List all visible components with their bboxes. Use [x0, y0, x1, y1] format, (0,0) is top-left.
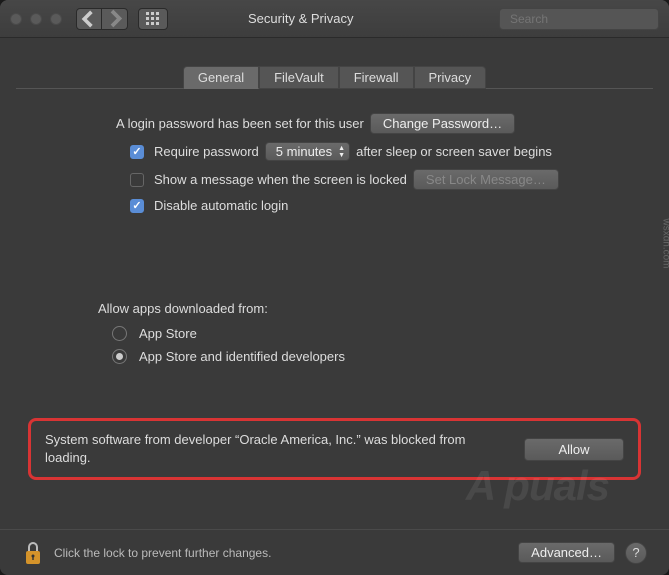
- disable-auto-login-label: Disable automatic login: [154, 198, 288, 213]
- downloads-heading: Allow apps downloaded from:: [98, 301, 268, 316]
- general-panel: A login password has been set for this u…: [8, 107, 661, 231]
- blocked-software-notice: System software from developer “Oracle A…: [28, 418, 641, 480]
- require-password-label: Require password: [154, 144, 259, 159]
- require-password-delay-select[interactable]: 5 minutes ▲▼: [265, 142, 350, 161]
- change-password-button[interactable]: Change Password…: [370, 113, 515, 134]
- tab-filevault[interactable]: FileVault: [259, 66, 339, 89]
- allow-button[interactable]: Allow: [524, 438, 624, 461]
- tab-firewall[interactable]: Firewall: [339, 66, 414, 89]
- advanced-button[interactable]: Advanced…: [518, 542, 615, 563]
- forward-button[interactable]: [102, 8, 128, 30]
- window-title: Security & Privacy: [168, 11, 499, 26]
- disable-auto-login-checkbox[interactable]: [130, 199, 144, 213]
- radio-appstore[interactable]: [112, 326, 127, 341]
- zoom-window-icon[interactable]: [50, 13, 62, 25]
- preferences-window: Security & Privacy General FileVault Fir…: [0, 0, 669, 575]
- lock-hint-text: Click the lock to prevent further change…: [54, 546, 518, 560]
- require-password-delay-value: 5 minutes: [276, 144, 332, 159]
- footer: Click the lock to prevent further change…: [0, 529, 669, 575]
- radio-appstore-label: App Store: [139, 326, 197, 341]
- lock-icon[interactable]: [22, 539, 44, 567]
- window-controls: [10, 13, 62, 25]
- search-field[interactable]: [499, 8, 659, 30]
- login-password-text: A login password has been set for this u…: [116, 116, 364, 131]
- tab-bar: General FileVault Firewall Privacy: [8, 66, 661, 89]
- tab-general[interactable]: General: [183, 66, 259, 89]
- search-input[interactable]: [510, 12, 665, 26]
- blocked-message: System software from developer “Oracle A…: [45, 431, 504, 467]
- radio-identified-devs[interactable]: [112, 349, 127, 364]
- show-message-checkbox[interactable]: [130, 173, 144, 187]
- show-all-button[interactable]: [138, 8, 168, 30]
- titlebar: Security & Privacy: [0, 0, 669, 38]
- back-button[interactable]: [76, 8, 102, 30]
- after-sleep-text: after sleep or screen saver begins: [356, 144, 552, 159]
- content-area: General FileVault Firewall Privacy A log…: [0, 66, 669, 480]
- require-password-checkbox[interactable]: [130, 145, 144, 159]
- tab-privacy[interactable]: Privacy: [414, 66, 487, 89]
- nav-buttons: [76, 8, 128, 30]
- downloads-section: Allow apps downloaded from: App Store Ap…: [8, 301, 661, 382]
- select-arrows-icon: ▲▼: [338, 145, 345, 159]
- url-mark: wsxdn.com: [661, 218, 669, 268]
- minimize-window-icon[interactable]: [30, 13, 42, 25]
- close-window-icon[interactable]: [10, 13, 22, 25]
- help-button[interactable]: ?: [625, 542, 647, 564]
- set-lock-message-button: Set Lock Message…: [413, 169, 559, 190]
- radio-identified-devs-label: App Store and identified developers: [139, 349, 345, 364]
- show-message-label: Show a message when the screen is locked: [154, 172, 407, 187]
